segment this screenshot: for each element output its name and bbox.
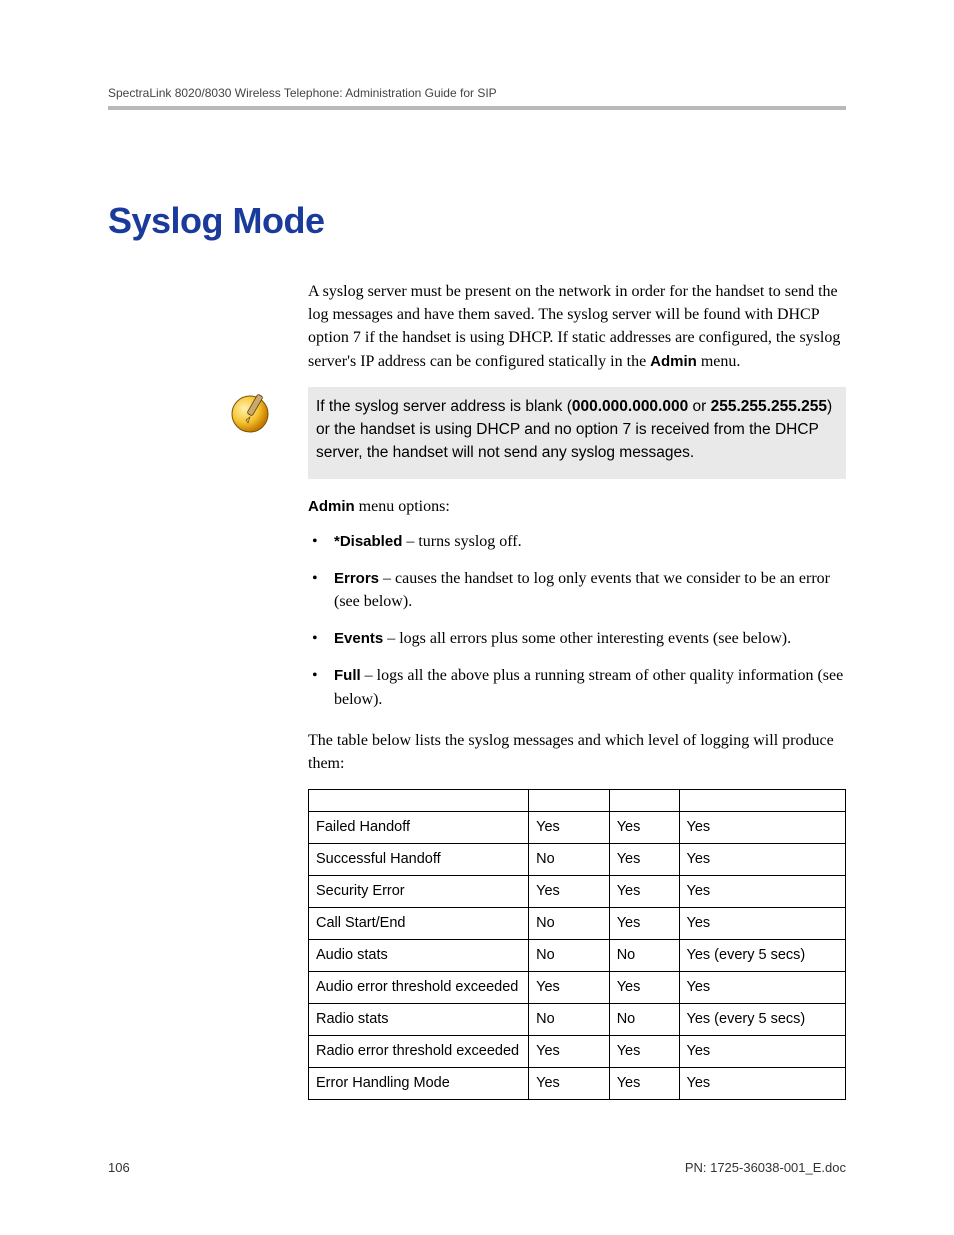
list-item: Errors – causes the handset to log only …: [308, 567, 846, 613]
table-cell: Yes: [679, 876, 846, 908]
options-list: *Disabled – turns syslog off. Errors – c…: [308, 530, 846, 711]
table-cell: Error Handling Mode: [309, 1068, 529, 1100]
table-cell: Security Error: [309, 876, 529, 908]
table-cell: Yes: [609, 812, 679, 844]
table-cell: Yes: [609, 844, 679, 876]
table-cell: Yes: [529, 972, 610, 1004]
header-divider: [108, 106, 846, 110]
table-row: Error Handling ModeYesYesYes: [309, 1068, 846, 1100]
page-footer: 106 PN: 1725-36038-001_E.doc: [108, 1160, 846, 1175]
table-intro: The table below lists the syslog message…: [308, 729, 846, 775]
table-cell: Call Start/End: [309, 908, 529, 940]
table-header-row: [309, 790, 846, 812]
table-cell: Yes: [679, 908, 846, 940]
table-cell: Yes: [679, 1068, 846, 1100]
table-header: [309, 790, 529, 812]
table-cell: Yes: [609, 1068, 679, 1100]
part-number: PN: 1725-36038-001_E.doc: [685, 1160, 846, 1175]
table-cell: No: [529, 940, 610, 972]
table-cell: Failed Handoff: [309, 812, 529, 844]
page-title: Syslog Mode: [108, 200, 846, 242]
list-item: Events – logs all errors plus some other…: [308, 627, 846, 650]
page-number: 106: [108, 1160, 130, 1175]
note-part2: or: [688, 398, 710, 415]
table-cell: No: [609, 1004, 679, 1036]
admin-bold: Admin: [650, 353, 697, 370]
table-cell: Successful Handoff: [309, 844, 529, 876]
note-text: If the syslog server address is blank (0…: [308, 387, 846, 479]
table-cell: No: [529, 908, 610, 940]
note-callout: If the syslog server address is blank (0…: [228, 387, 846, 479]
table-row: Security ErrorYesYesYes: [309, 876, 846, 908]
table-cell: Yes: [609, 1036, 679, 1068]
table-cell: Yes: [679, 812, 846, 844]
list-item: Full – logs all the above plus a running…: [308, 664, 846, 710]
table-row: Audio statsNoNoYes (every 5 secs): [309, 940, 846, 972]
table-row: Radio statsNoNoYes (every 5 secs): [309, 1004, 846, 1036]
running-header: SpectraLink 8020/8030 Wireless Telephone…: [108, 86, 846, 106]
table-cell: Yes: [529, 812, 610, 844]
table-cell: Yes (every 5 secs): [679, 1004, 846, 1036]
table-cell: No: [529, 1004, 610, 1036]
admin-options-heading: Admin menu options:: [308, 495, 846, 518]
intro-text-1: A syslog server must be present on the n…: [308, 283, 840, 370]
table-cell: Yes: [679, 844, 846, 876]
intro-paragraph: A syslog server must be present on the n…: [308, 280, 846, 373]
table-cell: Yes: [529, 876, 610, 908]
table-row: Audio error threshold exceededYesYesYes: [309, 972, 846, 1004]
table-cell: Yes: [529, 1068, 610, 1100]
option-bold: Full: [334, 667, 361, 684]
admin-bold-2: Admin: [308, 498, 355, 515]
note-icon: [228, 390, 272, 434]
table-cell: Yes: [679, 972, 846, 1004]
syslog-table: Failed HandoffYesYesYesSuccessful Handof…: [308, 789, 846, 1100]
table-header: [609, 790, 679, 812]
list-item: *Disabled – turns syslog off.: [308, 530, 846, 553]
intro-text-2: menu.: [697, 353, 741, 370]
table-cell: Yes: [529, 1036, 610, 1068]
table-cell: No: [609, 940, 679, 972]
table-cell: Yes: [679, 1036, 846, 1068]
table-row: Failed HandoffYesYesYes: [309, 812, 846, 844]
table-cell: Yes (every 5 secs): [679, 940, 846, 972]
table-row: Radio error threshold exceededYesYesYes: [309, 1036, 846, 1068]
option-text: – turns syslog off.: [402, 533, 521, 550]
table-cell: Yes: [609, 908, 679, 940]
table-row: Call Start/EndNoYesYes: [309, 908, 846, 940]
option-text: – causes the handset to log only events …: [334, 570, 830, 610]
table-cell: Audio stats: [309, 940, 529, 972]
admin-rest: menu options:: [355, 498, 450, 515]
option-bold: *Disabled: [334, 533, 402, 550]
option-bold: Errors: [334, 570, 379, 587]
option-text: – logs all errors plus some other intere…: [383, 630, 791, 647]
table-cell: Yes: [609, 972, 679, 1004]
table-cell: Radio stats: [309, 1004, 529, 1036]
option-text: – logs all the above plus a running stre…: [334, 667, 843, 707]
table-cell: Yes: [609, 876, 679, 908]
table-cell: Radio error threshold exceeded: [309, 1036, 529, 1068]
option-bold: Events: [334, 630, 383, 647]
table-row: Successful HandoffNoYesYes: [309, 844, 846, 876]
table-header: [679, 790, 846, 812]
table-cell: No: [529, 844, 610, 876]
table-header: [529, 790, 610, 812]
note-part1: If the syslog server address is blank (: [316, 398, 572, 415]
note-bold1: 000.000.000.000: [572, 398, 688, 415]
table-cell: Audio error threshold exceeded: [309, 972, 529, 1004]
note-bold2: 255.255.255.255: [711, 398, 827, 415]
